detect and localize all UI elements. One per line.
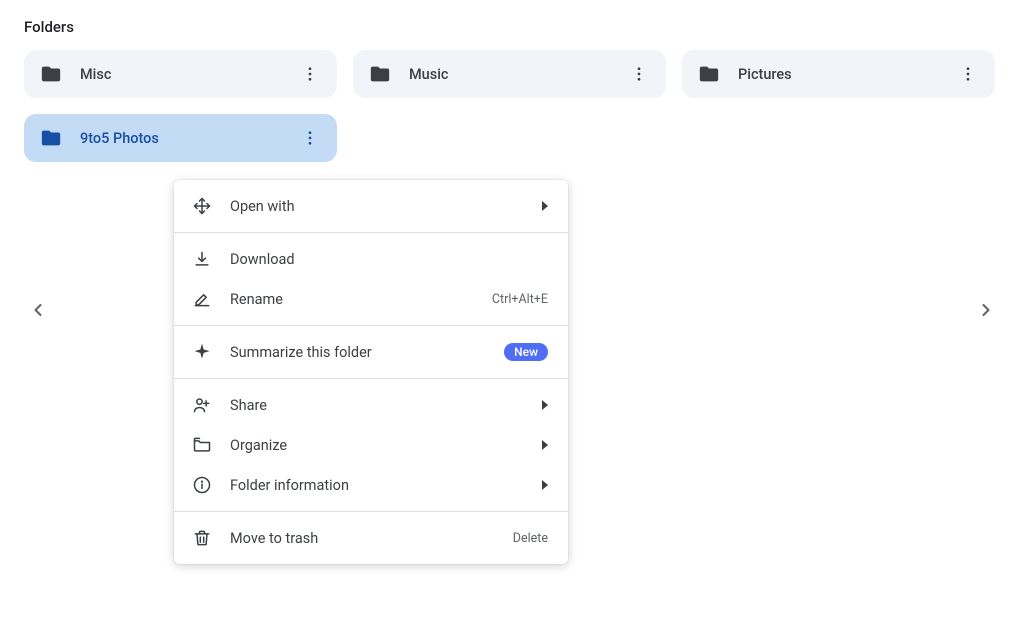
submenu-arrow-icon (542, 201, 548, 211)
menu-label: Move to trash (230, 530, 513, 547)
carousel-prev-button[interactable] (24, 296, 52, 324)
folder-context-menu: Open with Download Rename Ctrl+Alt+E Sum… (174, 180, 568, 564)
folder-card-music[interactable]: Music (353, 50, 666, 98)
keyboard-shortcut: Ctrl+Alt+E (492, 292, 548, 307)
menu-item-folder-info[interactable]: Folder information (174, 465, 568, 505)
more-options-button[interactable] (622, 57, 656, 91)
folder-name: Misc (80, 66, 293, 83)
menu-label: Folder information (230, 477, 542, 494)
rename-icon (192, 289, 212, 309)
menu-label: Share (230, 397, 542, 414)
menu-label: Rename (230, 291, 492, 308)
menu-item-summarize[interactable]: Summarize this folder New (174, 332, 568, 372)
submenu-arrow-icon (542, 480, 548, 490)
menu-item-share[interactable]: Share (174, 385, 568, 425)
folder-card-9to5-photos[interactable]: 9to5 Photos (24, 114, 337, 162)
more-options-button[interactable] (293, 121, 327, 155)
share-icon (192, 395, 212, 415)
folder-grid: Misc Music Pictures 9to5 Photos (24, 50, 1000, 162)
menu-divider (174, 511, 568, 512)
folder-icon (698, 63, 720, 85)
menu-label: Organize (230, 437, 542, 454)
folder-name: Pictures (738, 66, 951, 83)
menu-label: Open with (230, 198, 542, 215)
open-with-icon (192, 196, 212, 216)
folder-card-pictures[interactable]: Pictures (682, 50, 995, 98)
more-options-button[interactable] (293, 57, 327, 91)
menu-item-rename[interactable]: Rename Ctrl+Alt+E (174, 279, 568, 319)
menu-item-organize[interactable]: Organize (174, 425, 568, 465)
folder-name: Music (409, 66, 622, 83)
menu-divider (174, 378, 568, 379)
menu-label: Download (230, 251, 548, 268)
trash-icon (192, 528, 212, 548)
folder-icon (40, 127, 62, 149)
menu-item-download[interactable]: Download (174, 239, 568, 279)
folder-name: 9to5 Photos (80, 130, 293, 147)
menu-item-open-with[interactable]: Open with (174, 186, 568, 226)
download-icon (192, 249, 212, 269)
sparkle-icon (192, 342, 212, 362)
more-options-button[interactable] (951, 57, 985, 91)
submenu-arrow-icon (542, 440, 548, 450)
menu-item-move-to-trash[interactable]: Move to trash Delete (174, 518, 568, 558)
submenu-arrow-icon (542, 400, 548, 410)
folder-icon (40, 63, 62, 85)
new-badge: New (504, 343, 548, 361)
info-icon (192, 475, 212, 495)
menu-divider (174, 232, 568, 233)
carousel-next-button[interactable] (972, 296, 1000, 324)
organize-icon (192, 435, 212, 455)
folder-icon (369, 63, 391, 85)
section-label-folders: Folders (24, 18, 1000, 36)
menu-label: Summarize this folder (230, 344, 504, 361)
menu-divider (174, 325, 568, 326)
folder-card-misc[interactable]: Misc (24, 50, 337, 98)
keyboard-shortcut: Delete (513, 531, 548, 546)
